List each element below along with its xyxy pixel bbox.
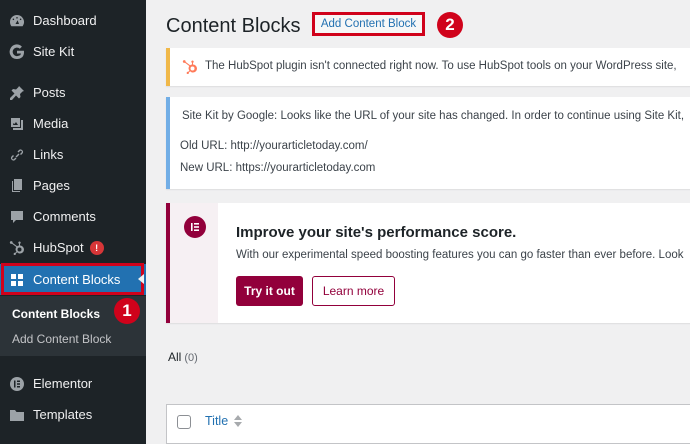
sidebar-item-label: Links <box>33 147 64 162</box>
old-url-text: Old URL: http://yourarticletoday.com/ <box>180 140 368 152</box>
elementor-logo-icon <box>184 216 206 238</box>
sidebar-item-label: Pages <box>33 178 70 193</box>
page-title: Content Blocks <box>166 15 301 37</box>
hubspot-notice-text: The HubSpot plugin isn't connected right… <box>205 60 677 72</box>
sidebar-item-elementor[interactable]: Elementor <box>0 368 146 399</box>
hubspot-icon <box>182 59 198 80</box>
sidebar-item-links[interactable]: Links <box>0 139 146 170</box>
select-all-checkbox[interactable] <box>177 415 191 429</box>
add-content-block-button[interactable]: Add Content Block <box>312 12 425 36</box>
all-filter[interactable]: All (0) <box>168 350 198 364</box>
elementor-logo-icon <box>9 376 25 392</box>
hubspot-icon <box>9 240 25 256</box>
content-blocks-table: Title <box>166 404 690 444</box>
sidebar-item-label: Dashboard <box>33 13 97 28</box>
hubspot-notice: The HubSpot plugin isn't connected right… <box>166 48 690 86</box>
sidebar-item-label: Posts <box>33 85 66 100</box>
learn-more-button[interactable]: Learn more <box>312 276 395 306</box>
submenu-item-content-blocks[interactable]: Content Blocks <box>12 307 100 321</box>
media-icon <box>9 116 25 132</box>
dashboard-icon <box>9 13 25 29</box>
performance-text: With our experimental speed boosting fea… <box>236 249 684 261</box>
link-icon <box>9 147 25 163</box>
all-filter-count: (0) <box>184 352 198 364</box>
elementor-notice: Improve your site's performance score. W… <box>166 203 690 323</box>
sidebar-item-hubspot[interactable]: HubSpot ! <box>0 232 146 263</box>
active-menu-outline <box>1 263 144 295</box>
title-column-header[interactable]: Title <box>205 414 228 428</box>
sidebar-item-dashboard[interactable]: Dashboard <box>0 5 146 36</box>
pages-icon <box>9 178 25 194</box>
sort-icon[interactable] <box>233 413 243 429</box>
sitekit-notice-text: Site Kit by Google: Looks like the URL o… <box>182 110 685 122</box>
try-it-out-button[interactable]: Try it out <box>236 276 303 306</box>
notification-badge: ! <box>89 240 104 255</box>
sidebar-item-pages[interactable]: Pages <box>0 170 146 201</box>
submenu-item-add-content-block[interactable]: Add Content Block <box>12 332 111 346</box>
comment-icon <box>9 209 25 225</box>
sitekit-notice: Site Kit by Google: Looks like the URL o… <box>166 97 690 189</box>
sidebar-item-templates[interactable]: Templates <box>0 399 146 430</box>
sidebar-item-comments[interactable]: Comments <box>0 201 146 232</box>
sidebar-item-label: Templates <box>33 407 93 422</box>
step-callout-1: 1 <box>114 298 140 324</box>
sidebar-item-label: Elementor <box>33 376 93 391</box>
sidebar-item-media[interactable]: Media <box>0 108 146 139</box>
sidebar-item-label: HubSpot <box>33 240 84 255</box>
admin-sidebar: Dashboard Site Kit Posts Media Links Pag… <box>0 0 146 444</box>
sidebar-item-label: Site Kit <box>33 44 75 59</box>
step-callout-2: 2 <box>437 12 463 38</box>
new-url-text: New URL: https://yourarticletoday.com <box>180 162 376 174</box>
main-content: Content Blocks Add Content Block The Hub… <box>146 0 690 444</box>
performance-title: Improve your site's performance score. <box>236 224 517 241</box>
sidebar-item-label: Comments <box>33 209 96 224</box>
sidebar-item-site-kit[interactable]: Site Kit <box>0 36 146 67</box>
all-filter-label: All <box>168 350 182 364</box>
active-arrow-icon <box>138 274 144 284</box>
sidebar-item-label: Media <box>33 116 69 131</box>
pin-icon <box>9 85 25 101</box>
sidebar-item-posts[interactable]: Posts <box>0 77 146 108</box>
folder-icon <box>9 407 25 423</box>
google-g-icon <box>9 43 25 60</box>
